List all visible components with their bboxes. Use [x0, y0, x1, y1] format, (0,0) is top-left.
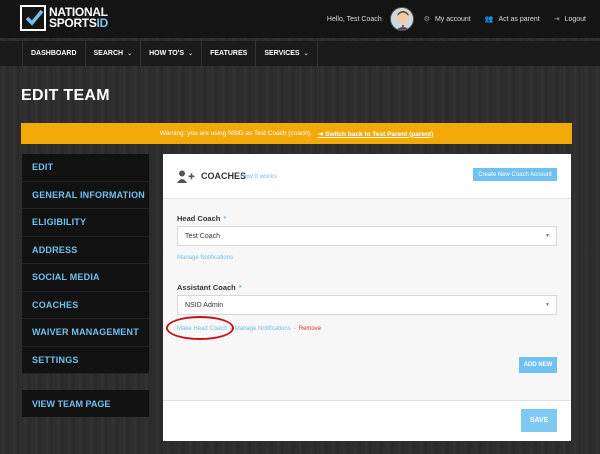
sidebar-item-waiver-management[interactable]: WAIVER MANAGEMENT	[22, 319, 149, 347]
page-title: EDIT TEAM	[21, 87, 110, 104]
logo-num: ID	[96, 16, 109, 30]
add-new-button[interactable]: ADD NEW	[519, 357, 557, 373]
logout-link[interactable]: ⇥ Logout	[553, 15, 586, 24]
sidebar-item-general-information[interactable]: GENERAL INFORMATION	[22, 182, 149, 209]
sidebar-item-label: WAIVER MANAGEMENT	[32, 327, 139, 338]
logo-line2: SPORTS	[49, 16, 97, 30]
view-team-page-label: VIEW TEAM PAGE	[32, 398, 111, 409]
sidebar-item-edit[interactable]: EDIT	[22, 154, 149, 182]
gear-icon: ⚙	[423, 16, 430, 23]
head-coach-value: Test Coach	[185, 232, 221, 240]
how-it-works-link[interactable]: How it works	[240, 173, 277, 180]
sidebar-item-settings[interactable]: SETTINGS	[22, 347, 149, 374]
nav-label: FEATURES	[210, 50, 248, 57]
my-account-link[interactable]: ⚙ My account	[423, 15, 471, 24]
switch-back-link[interactable]: ⇥ Switch back to Test Parent (parent)	[318, 130, 434, 138]
assistant-coach-label: Assistant Coach *	[177, 283, 242, 292]
required-mark: *	[223, 214, 227, 223]
nav-item-how-tos[interactable]: HOW TO'S ⌄	[141, 41, 203, 66]
switch-back-label: Switch back to Test Parent (parent)	[325, 130, 434, 138]
nav-item-search[interactable]: SEARCH ⌄	[86, 41, 142, 66]
logo-checkmark-icon	[20, 5, 46, 31]
act-as-parent-label: Act as parent	[498, 15, 540, 23]
my-account-label: My account	[434, 15, 471, 23]
top-bar: NATIONAL SPORTSID Hello, Test Coach ⚙ My…	[0, 0, 600, 38]
switch-icon: ⇥	[317, 130, 326, 138]
nav-label: HOW TO'S	[149, 50, 185, 57]
save-button[interactable]: SAVE	[521, 409, 557, 432]
sidebar: EDIT GENERAL INFORMATION ELIGIBILITY ADD…	[22, 154, 149, 374]
sidebar-item-label: EDIT	[32, 162, 54, 173]
chevron-down-icon: ▼	[545, 233, 550, 239]
warning-text: Warning: you are using NSID as Test Coac…	[159, 130, 312, 137]
view-team-page-link[interactable]: VIEW TEAM PAGE	[22, 390, 149, 417]
panel-header: COACHES How it works Create New Coach Ac…	[163, 154, 571, 199]
assistant-coach-value: NSID Admin	[185, 301, 224, 309]
act-as-parent-link[interactable]: 👥 Act as parent	[484, 15, 540, 24]
sidebar-item-label: ADDRESS	[32, 244, 78, 255]
logout-label: Logout	[564, 15, 586, 23]
head-coach-label: Head Coach *	[177, 214, 226, 223]
warning-banner: Warning: you are using NSID as Test Coac…	[21, 123, 572, 144]
nav-item-features[interactable]: FEATURES	[202, 41, 257, 66]
sidebar-item-social-media[interactable]: SOCIAL MEDIA	[22, 264, 149, 292]
sidebar-item-label: COACHES	[32, 299, 79, 310]
add-user-icon	[177, 170, 195, 188]
chevron-down-icon: ⌄	[127, 51, 133, 57]
sidebar-item-label: GENERAL INFORMATION	[32, 189, 145, 200]
logout-icon: ⇥	[553, 16, 560, 23]
required-mark: *	[238, 283, 242, 292]
sidebar-item-address[interactable]: ADDRESS	[22, 237, 149, 264]
separator: -	[293, 326, 296, 332]
head-coach-select[interactable]: Test Coach ▼	[177, 226, 557, 246]
sidebar-item-label: SETTINGS	[32, 354, 79, 365]
sidebar-item-coaches[interactable]: COACHES	[22, 292, 149, 319]
head-coach-label-text: Head Coach	[177, 214, 221, 223]
remove-link[interactable]: Remove	[299, 326, 321, 332]
people-icon: 👥	[484, 16, 494, 23]
chevron-down-icon: ⌄	[188, 51, 194, 57]
chevron-down-icon: ⌄	[303, 51, 309, 57]
manage-notifications-assistant-link[interactable]: Manage Notifications	[235, 326, 291, 332]
nav-label: SEARCH	[93, 50, 124, 57]
nav-item-services[interactable]: SERVICES ⌄	[256, 41, 318, 66]
manage-notifications-head-link[interactable]: Manage Notifications	[177, 255, 233, 261]
sidebar-item-eligibility[interactable]: ELIGIBILITY	[22, 209, 149, 237]
nav-label: SERVICES	[264, 50, 300, 57]
assistant-coach-select[interactable]: NSID Admin ▼	[177, 295, 557, 315]
sidebar-item-label: ELIGIBILITY	[32, 217, 87, 228]
create-new-coach-account-button[interactable]: Create New Coach Account	[473, 168, 557, 181]
logo-text: NATIONAL SPORTSID	[49, 6, 109, 30]
nav-label: DASHBOARD	[31, 50, 77, 57]
chevron-down-icon: ▼	[545, 302, 550, 308]
highlight-circle-annotation	[166, 316, 234, 340]
sidebar-item-label: SOCIAL MEDIA	[32, 272, 100, 283]
logo[interactable]: NATIONAL SPORTSID	[20, 5, 108, 31]
coaches-panel: COACHES How it works Create New Coach Ac…	[163, 154, 571, 441]
greeting: Hello, Test Coach	[326, 15, 382, 23]
main-nav: DASHBOARD SEARCH ⌄ HOW TO'S ⌄ FEATURES SER…	[0, 41, 600, 66]
avatar[interactable]	[389, 7, 414, 31]
nav-item-dashboard[interactable]: DASHBOARD	[22, 41, 86, 66]
user-area: Hello, Test Coach ⚙ My account 👥 Act as …	[327, 0, 600, 38]
assistant-coach-label-text: Assistant Coach	[177, 283, 236, 292]
